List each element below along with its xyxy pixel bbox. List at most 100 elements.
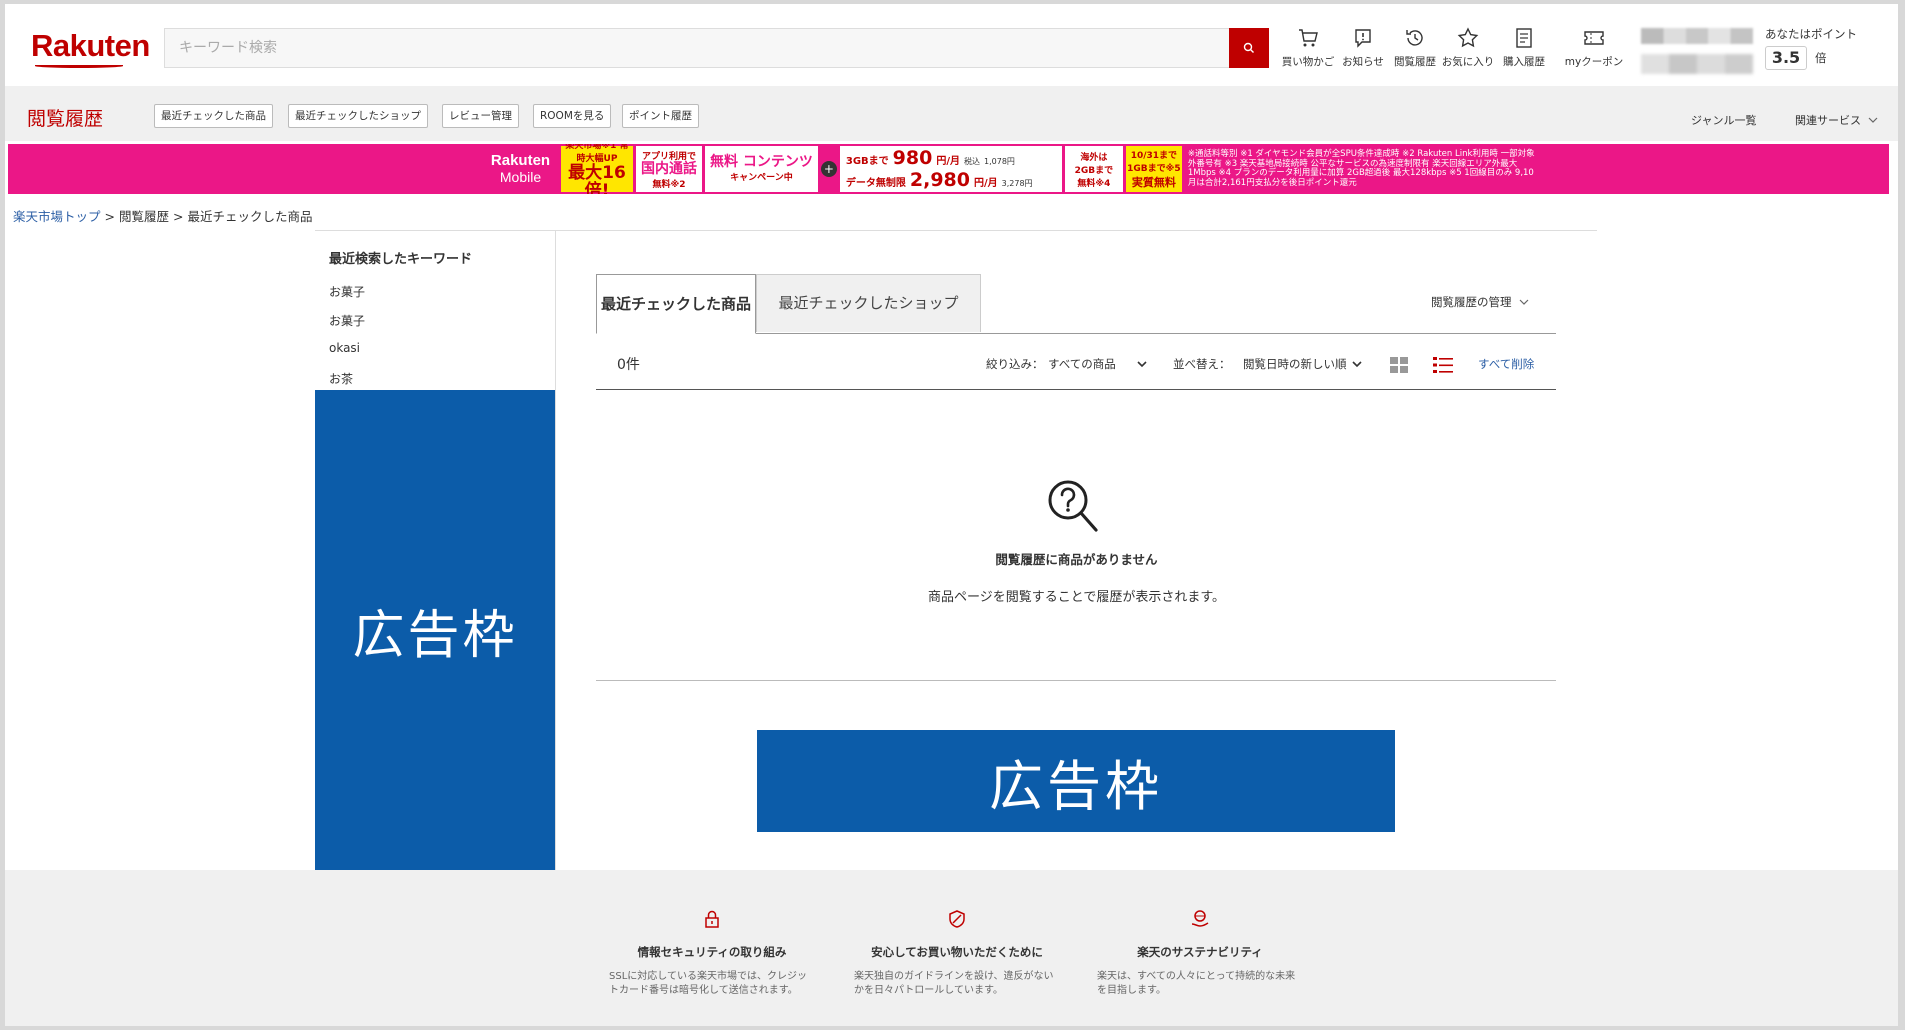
- points-multiplier[interactable]: 3.5: [1765, 46, 1807, 70]
- list-view-icon[interactable]: [1432, 355, 1454, 375]
- chevron-down-icon: [1519, 299, 1529, 305]
- sidebar-ad-slot[interactable]: 広告枠: [315, 390, 555, 870]
- breadcrumb-history[interactable]: 閲覧履歴: [119, 209, 169, 224]
- globe-hand-icon: [1191, 910, 1209, 927]
- favorite-star-icon: [1457, 27, 1479, 48]
- rakuten-mobile-banner[interactable]: Rakuten Mobile 楽天市場※1 常時大幅UP 最大16倍! アプリ利…: [8, 144, 1889, 194]
- coupon-button[interactable]: myクーポン: [1565, 26, 1623, 76]
- footer-security-desc: SSLに対応している楽天市場では、クレジットカード番号は暗号化して送信されます。: [609, 971, 807, 996]
- sort-select[interactable]: 閲覧日時の新しい順: [1243, 356, 1362, 372]
- footer-safe-shopping-desc: 楽天独自のガイドラインを設け、違反がないかを日々パトロールしています。: [854, 971, 1054, 996]
- related-services-label: 関連サービス: [1795, 114, 1861, 127]
- delete-all-link[interactable]: すべて削除: [1478, 356, 1534, 372]
- pill-point-history[interactable]: ポイント履歴: [622, 104, 699, 128]
- search-input[interactable]: [164, 28, 1229, 68]
- sort-value: 閲覧日時の新しい順: [1243, 357, 1347, 371]
- cart-button[interactable]: 買い物かご: [1279, 26, 1337, 76]
- purchase-history-button[interactable]: 購入履歴: [1495, 26, 1553, 76]
- pill-review-management[interactable]: レビュー管理: [442, 104, 519, 128]
- shield-icon: [949, 910, 965, 928]
- chevron-down-icon: [1352, 361, 1362, 368]
- cart-icon: [1299, 29, 1318, 47]
- item-count: 0件: [617, 357, 640, 373]
- banner-free: 10/31まで 1GBまで※5 実質無料: [1125, 146, 1182, 192]
- page-title: 閲覧履歴: [27, 108, 104, 130]
- footer-safe-shopping-title: 安心してお買い物いただくために: [871, 945, 1043, 959]
- coupon-icon: [1584, 31, 1604, 45]
- grid-view-icon[interactable]: [1389, 356, 1409, 374]
- chevron-down-icon: [1137, 361, 1147, 368]
- coupon-label: myクーポン: [1564, 56, 1624, 68]
- footer-sustainability[interactable]: 楽天のサステナビリティ 楽天は、すべての人々にとって持続的な未来を目指します。: [1085, 908, 1315, 998]
- banner-free-content: 無料 コンテンツ キャンペーン中: [705, 146, 818, 192]
- banner-plus: +: [820, 161, 837, 177]
- pill-recent-shops[interactable]: 最近チェックしたショップ: [288, 104, 428, 128]
- sidebar: 最近検索したキーワード お菓子 お菓子 okasi お茶 広告枠: [315, 230, 555, 870]
- search-question-icon: [1048, 480, 1098, 532]
- history-manage-label: 閲覧履歴の管理: [1431, 295, 1512, 309]
- breadcrumb: 楽天市場トップ > 閲覧履歴 > 最近チェックした商品: [13, 206, 312, 225]
- breadcrumb-sep: >: [172, 209, 184, 224]
- footer-security[interactable]: 情報セキュリティの取り組み SSLに対応している楽天市場では、クレジットカード番…: [597, 908, 827, 998]
- related-services-dropdown[interactable]: 関連サービス: [1795, 112, 1878, 128]
- filter-label: 絞り込み：: [986, 357, 1044, 371]
- banner-point-up: 楽天市場※1 常時大幅UP 最大16倍!: [561, 144, 633, 194]
- user-name-blurred: [1641, 28, 1753, 44]
- footer: 情報セキュリティの取り組み SSLに対応している楽天市場では、クレジットカード番…: [5, 870, 1898, 1026]
- chevron-down-icon: [1868, 117, 1877, 123]
- keyword-link[interactable]: お菓子: [329, 283, 365, 300]
- pill-room[interactable]: ROOMを見る: [533, 104, 612, 128]
- rakuten-mobile-logo: Rakuten Mobile: [490, 152, 551, 186]
- main-ad-slot[interactable]: 広告枠: [757, 730, 1395, 832]
- points-label: あなたはポイント: [1765, 27, 1857, 41]
- favorite-label: お気に入り: [1441, 56, 1495, 68]
- rakuten-logo[interactable]: Rakuten: [31, 28, 150, 64]
- breadcrumb-current: 最近チェックした商品: [187, 209, 313, 224]
- tab-recent-items[interactable]: 最近チェックした商品: [596, 274, 756, 334]
- banner-overseas: 海外は 2GBまで 無料※4: [1064, 146, 1123, 192]
- notification-button[interactable]: お知らせ: [1334, 26, 1392, 76]
- banner-note: ※通話料等別 ※1 ダイヤモンド会員が全SPU条件達成時 ※2 Rakuten …: [1187, 149, 1535, 188]
- search-icon: [1243, 42, 1254, 53]
- user-info-blurred: [1641, 54, 1753, 74]
- page-frame: Rakuten 買い物かご お知らせ 閲覧履歴 お気に入り 購入履歴 myクー: [5, 4, 1898, 1026]
- footer-sustainability-desc: 楽天は、すべての人々にとって持続的な未来を目指します。: [1097, 971, 1296, 996]
- history-manage-dropdown[interactable]: 閲覧履歴の管理: [1431, 294, 1529, 310]
- purchase-history-icon: [1516, 28, 1532, 48]
- banner-price: 3GBまで 980 円/月 税込 1,078円 データ無制限 2,980 円/月…: [839, 146, 1062, 192]
- history-label: 閲覧履歴: [1394, 56, 1436, 68]
- empty-divider: [596, 680, 1556, 681]
- empty-state-title: 閲覧履歴に商品がありません: [995, 552, 1158, 567]
- empty-state-description: 商品ページを閲覧することで履歴が表示されます。: [927, 590, 1226, 605]
- recent-keywords-heading: 最近検索したキーワード: [329, 252, 473, 267]
- pill-recent-items[interactable]: 最近チェックした商品: [154, 104, 273, 128]
- purchase-history-label: 購入履歴: [1503, 56, 1545, 68]
- banner-free-call: アプリ利用で 国内通話 無料※2: [636, 146, 702, 192]
- keyword-link[interactable]: okasi: [329, 341, 360, 355]
- favorite-button[interactable]: お気に入り: [1439, 26, 1497, 76]
- keyword-link[interactable]: お菓子: [329, 312, 365, 329]
- footer-sustainability-title: 楽天のサステナビリティ: [1137, 945, 1263, 959]
- genre-list-link[interactable]: ジャンル一覧: [1691, 112, 1756, 128]
- filter-select[interactable]: すべての商品: [1048, 356, 1147, 372]
- cart-label: 買い物かご: [1281, 56, 1335, 68]
- notification-icon: [1355, 29, 1371, 48]
- search-button[interactable]: [1229, 28, 1269, 68]
- main-panel: 最近チェックした商品 最近チェックしたショップ 閲覧履歴の管理 0件 絞り込み：…: [556, 230, 1597, 870]
- header: Rakuten 買い物かご お知らせ 閲覧履歴 お気に入り 購入履歴 myクー: [5, 4, 1898, 86]
- breadcrumb-sep: >: [104, 209, 115, 224]
- subnav: 閲覧履歴 最近チェックした商品 最近チェックしたショップ レビュー管理 ROOM…: [5, 86, 1898, 141]
- keyword-link[interactable]: お茶: [329, 370, 353, 387]
- footer-security-title: 情報セキュリティの取り組み: [637, 945, 787, 959]
- points-unit: 倍: [1815, 51, 1827, 65]
- list-divider: [596, 389, 1556, 390]
- lock-icon: [705, 910, 719, 928]
- filter-value: すべての商品: [1048, 357, 1116, 371]
- notification-label: お知らせ: [1342, 56, 1384, 68]
- history-icon: [1406, 30, 1423, 46]
- logo-swoosh: [35, 64, 123, 68]
- history-button[interactable]: 閲覧履歴: [1386, 26, 1444, 76]
- breadcrumb-home[interactable]: 楽天市場トップ: [13, 209, 101, 224]
- footer-safe-shopping[interactable]: 安心してお買い物いただくために 楽天独自のガイドラインを設け、違反がないかを日々…: [842, 908, 1072, 998]
- tab-recent-shops[interactable]: 最近チェックしたショップ: [756, 274, 981, 332]
